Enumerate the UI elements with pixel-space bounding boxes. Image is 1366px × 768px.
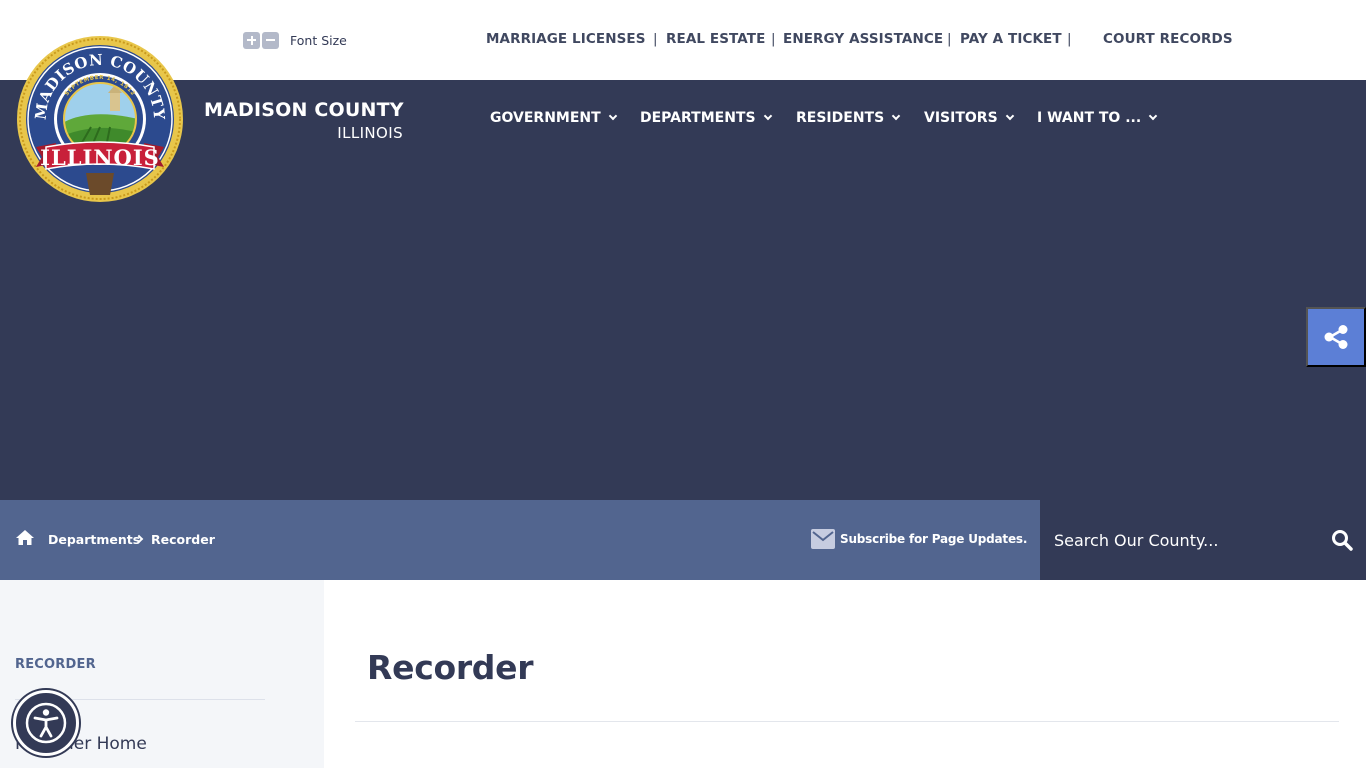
content-divider	[355, 721, 1339, 722]
site-name[interactable]: MADISON COUNTY	[204, 99, 404, 121]
chevron-down-icon	[1005, 111, 1014, 121]
sidebar-heading: RECORDER	[15, 657, 96, 672]
share-icon	[1324, 325, 1348, 349]
font-size-label: Font Size	[290, 32, 347, 48]
chevron-down-icon	[763, 111, 772, 121]
home-icon[interactable]	[15, 529, 35, 550]
breadcrumb-current: Recorder	[151, 532, 215, 547]
share-button[interactable]	[1306, 307, 1366, 367]
quick-link-pay-a-ticket[interactable]: PAY A TICKET	[960, 31, 1062, 47]
mail-icon	[811, 529, 835, 549]
chevron-down-icon	[608, 111, 617, 121]
quick-link-marriage-licenses[interactable]: MARRIAGE LICENSES	[486, 31, 646, 47]
site-header	[0, 80, 1366, 500]
seal-banner-text: ILLINOIS	[40, 145, 160, 170]
quick-link-energy-assistance[interactable]: ENERGY ASSISTANCE	[783, 31, 943, 47]
font-increase-icon[interactable]	[243, 31, 260, 49]
search-button[interactable]	[1330, 529, 1354, 553]
chevron-down-icon	[1148, 111, 1158, 121]
breadcrumb-departments[interactable]: Departments	[48, 532, 140, 547]
chevron-down-icon	[891, 111, 901, 121]
quick-link-separator: |	[947, 31, 952, 47]
accessibility-button[interactable]	[13, 690, 79, 756]
quick-link-separator: |	[771, 31, 776, 47]
quick-link-separator: |	[1067, 31, 1072, 47]
nav-label: RESIDENTS	[796, 110, 885, 126]
nav-government[interactable]: GOVERNMENT	[490, 110, 617, 126]
nav-departments[interactable]: DEPARTMENTS	[640, 110, 772, 126]
search-box	[1040, 500, 1366, 580]
nav-i-want-to[interactable]: I WANT TO ...	[1037, 110, 1158, 126]
nav-label: VISITORS	[924, 110, 998, 126]
county-seal-logo[interactable]: MADISON COUNTY SEPTEMBER 14, 1812 ILLINO…	[16, 35, 184, 203]
nav-label: DEPARTMENTS	[640, 110, 756, 126]
nav-label: GOVERNMENT	[490, 110, 601, 126]
font-size-control: Font Size	[243, 31, 347, 49]
search-icon	[1332, 530, 1353, 551]
nav-residents[interactable]: RESIDENTS	[796, 110, 901, 126]
nav-label: I WANT TO ...	[1037, 110, 1142, 126]
page-title: Recorder	[367, 648, 534, 687]
quick-link-court-records[interactable]: COURT RECORDS	[1103, 31, 1233, 47]
site-state: ILLINOIS	[337, 124, 403, 142]
subscribe-link[interactable]: Subscribe for Page Updates.	[811, 529, 1027, 549]
nav-visitors[interactable]: VISITORS	[924, 110, 1014, 126]
subscribe-label: Subscribe for Page Updates.	[840, 532, 1028, 546]
utility-bar: Font Size MARRIAGE LICENSES | REAL ESTAT…	[0, 0, 1366, 80]
quick-link-real-estate[interactable]: REAL ESTATE	[666, 31, 765, 47]
font-decrease-icon[interactable]	[262, 31, 279, 49]
accessibility-icon	[25, 702, 67, 744]
quick-link-separator: |	[653, 31, 658, 47]
search-input[interactable]	[1054, 526, 1324, 554]
